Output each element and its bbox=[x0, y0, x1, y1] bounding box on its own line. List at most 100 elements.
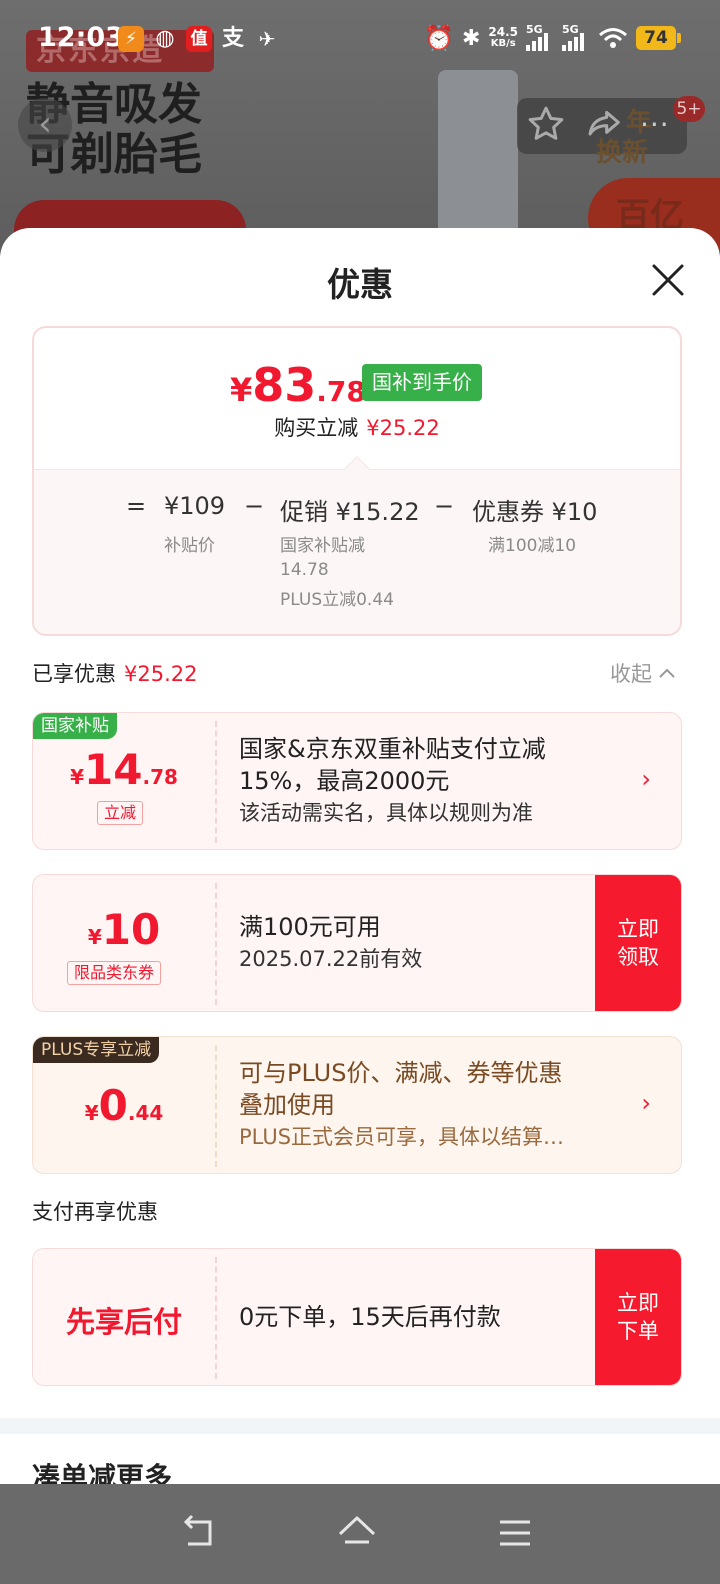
coupon-description: 国家&京东双重补贴支付立减 15%，最高2000元 该活动需实名，具体以规则为准 bbox=[239, 733, 546, 829]
jd-app-icon: 值 bbox=[186, 26, 212, 52]
amount-currency: ¥ bbox=[70, 765, 85, 789]
cart-badge: 5+ bbox=[673, 96, 705, 122]
minus-sign-1: − bbox=[244, 492, 265, 520]
coupon-line-1: 国家&京东双重补贴支付立减 bbox=[239, 735, 546, 763]
close-icon[interactable] bbox=[646, 258, 690, 302]
amount-int: 0 bbox=[98, 1081, 128, 1130]
promo-discount: 促销 ¥15.22 bbox=[280, 498, 420, 526]
alipay-icon: 支 bbox=[221, 26, 244, 51]
collapse-button[interactable]: 收起 bbox=[610, 658, 676, 688]
more-deals-title: 凑单减更多 bbox=[32, 1461, 173, 1484]
price-breakdown: = ¥109 补贴价 − 促销 ¥15.22 国家补贴减 14.78 PLUS立… bbox=[34, 456, 680, 634]
alarm-icon: ⏰ bbox=[424, 24, 454, 52]
coupon-line-3: PLUS正式会员可享，具体以结算… bbox=[239, 1125, 565, 1149]
coupon-line-2: 叠加使用 bbox=[239, 1091, 335, 1119]
claim-label-2: 领取 bbox=[617, 945, 659, 969]
coupon-line-1: 满100元可用 bbox=[239, 913, 381, 941]
final-price-currency: ¥ bbox=[230, 371, 253, 409]
coupon-jd[interactable]: ¥10 限品类东券 满100元可用 2025.07.22前有效 立即 领取 bbox=[32, 874, 682, 1012]
coupon-line-2: 15%，最高2000元 bbox=[239, 767, 450, 795]
order-label-1: 立即 bbox=[617, 1291, 659, 1315]
pay-later-card[interactable]: 先享后付 0元下单，15天后再付款 立即 下单 bbox=[32, 1248, 682, 1386]
system-status: ⏰ ✱ 24.5 KB/s 5G 5G 74 bbox=[424, 23, 681, 52]
coupon-national-subsidy[interactable]: 国家补贴 ¥14.78 立减 国家&京东双重补贴支付立减 15%，最高2000元… bbox=[32, 712, 682, 850]
promo-text-2: 换新 bbox=[596, 138, 649, 168]
status-bar: 12:03 ⚡ ◍ 值 支 ✈ ⏰ ✱ 24.5 KB/s 5G 5G 74 bbox=[0, 0, 720, 80]
net-speed: 24.5 KB/s bbox=[488, 26, 518, 50]
cut-label: 购买立减 bbox=[274, 416, 359, 440]
coupon-amount: ¥0.44 bbox=[33, 1081, 215, 1130]
signal-icon-1: 5G bbox=[526, 23, 554, 51]
divider bbox=[215, 1257, 217, 1379]
battery-indicator: 74 bbox=[636, 26, 681, 50]
claim-label-1: 立即 bbox=[617, 917, 659, 941]
coupon-left: PLUS专享立减 ¥0.44 bbox=[33, 1037, 215, 1173]
menu-icon[interactable] bbox=[490, 1508, 540, 1558]
net-speed-unit: KB/s bbox=[490, 38, 516, 49]
coupon-line-1: 可与PLUS价、满减、券等优惠 bbox=[239, 1059, 563, 1087]
amount-dec: .44 bbox=[127, 1101, 164, 1125]
collapse-label: 收起 bbox=[610, 662, 652, 686]
chevron-right-icon[interactable]: › bbox=[641, 1089, 651, 1117]
enjoyed-amount: ¥25.22 bbox=[124, 662, 198, 686]
coupon-plus[interactable]: PLUS专享立减 ¥0.44 可与PLUS价、满减、券等优惠 叠加使用 PLUS… bbox=[32, 1036, 682, 1174]
back-icon[interactable]: ‹ bbox=[18, 98, 72, 152]
plus-tag: PLUS专享立减 bbox=[33, 1037, 160, 1063]
coupon-description: 满100元可用 2025.07.22前有效 bbox=[239, 911, 422, 975]
notification-icons: ⚡ ◍ 值 支 ✈ bbox=[118, 26, 280, 52]
coupon-line-2: 2025.07.22前有效 bbox=[239, 947, 423, 971]
amount-currency: ¥ bbox=[87, 925, 102, 949]
star-icon[interactable] bbox=[526, 104, 566, 144]
discount-sheet: 优惠 ¥ 83 .78 国补到手价 购买立减 ¥25.22 = ¥109 补贴价 … bbox=[0, 228, 720, 1484]
system-nav-bar bbox=[0, 1484, 720, 1584]
section-gap bbox=[0, 1418, 720, 1434]
coupon-discount: 优惠券 ¥10 bbox=[472, 498, 598, 526]
wifi-icon bbox=[599, 28, 627, 48]
bluetooth-icon: ✱ bbox=[461, 25, 481, 51]
order-label-2: 下单 bbox=[617, 1319, 659, 1343]
coupon-sub: 满100减10 bbox=[488, 536, 577, 556]
net-speed-value: 24.5 bbox=[488, 25, 518, 39]
equals-sign: = bbox=[126, 492, 147, 520]
final-price-section: ¥ 83 .78 国补到手价 购买立减 ¥25.22 bbox=[34, 328, 680, 471]
promo-sub-2: 14.78 bbox=[280, 560, 329, 580]
pay-later-label: 先享后付 bbox=[65, 1305, 182, 1339]
pay-later-description: 0元下单，15天后再付款 bbox=[239, 1303, 501, 1331]
claim-button[interactable]: 立即 领取 bbox=[595, 875, 681, 1011]
app-notification-icon: ⚡ bbox=[118, 26, 144, 52]
minus-sign-2: − bbox=[434, 492, 455, 520]
cut-row: 购买立减 ¥25.22 bbox=[34, 412, 680, 442]
sheet-title: 优惠 bbox=[327, 265, 393, 304]
amount-currency: ¥ bbox=[84, 1101, 99, 1125]
divider bbox=[215, 721, 217, 843]
clock: 12:03 bbox=[38, 22, 124, 53]
chevron-right-icon[interactable]: › bbox=[641, 765, 651, 793]
coupon-left: ¥10 限品类东券 bbox=[33, 875, 215, 1011]
final-price-tag: 国补到手价 bbox=[362, 364, 482, 401]
divider bbox=[215, 1045, 217, 1167]
final-price-int: 83 bbox=[252, 358, 317, 412]
cut-amount: ¥25.22 bbox=[366, 416, 440, 440]
coupon-line-3: 该活动需实名，具体以规则为准 bbox=[239, 801, 533, 825]
enjoyed-discount: 已享优惠 ¥25.22 bbox=[32, 658, 197, 688]
home-icon[interactable] bbox=[332, 1508, 382, 1558]
national-subsidy-tag: 国家补贴 bbox=[33, 713, 117, 739]
category-coupon-tag: 限品类东券 bbox=[67, 961, 162, 985]
back-icon[interactable] bbox=[174, 1508, 224, 1558]
more-icon[interactable]: ··· bbox=[640, 108, 670, 141]
divider bbox=[215, 883, 217, 1005]
amount-dec: .78 bbox=[142, 765, 178, 789]
order-now-button[interactable]: 立即 下单 bbox=[595, 1249, 681, 1385]
payment-section-title: 支付再享优惠 bbox=[32, 1200, 158, 1224]
pay-later-left: 先享后付 bbox=[33, 1249, 215, 1385]
instant-cut-tag: 立减 bbox=[97, 801, 144, 825]
handshake-icon: ✈ bbox=[258, 27, 276, 51]
base-price: ¥109 bbox=[164, 492, 226, 520]
enjoyed-label: 已享优惠 bbox=[32, 662, 116, 686]
amount-int: 10 bbox=[101, 905, 161, 954]
final-price-dec: .78 bbox=[316, 375, 366, 408]
price-summary-card: ¥ 83 .78 国补到手价 购买立减 ¥25.22 = ¥109 补贴价 − 促… bbox=[32, 326, 682, 636]
wechat-icon: ◍ bbox=[155, 26, 175, 51]
coupon-amount: ¥10 bbox=[33, 905, 215, 954]
amount-int: 14 bbox=[84, 745, 143, 794]
